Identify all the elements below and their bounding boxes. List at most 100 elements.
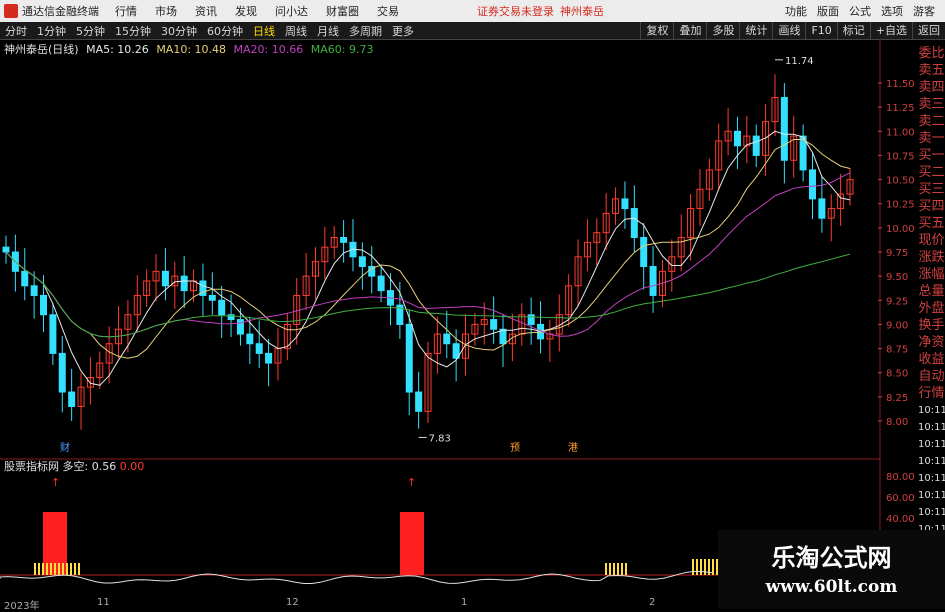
price-chart[interactable]: 11.50 11.25 11.00 10.75 10.50 10.25 10.00 9.75 9… — [0, 39, 918, 597]
btn-f10[interactable]: F10 — [805, 22, 836, 39]
period-60min[interactable]: 60分钟 — [202, 23, 248, 39]
indicator-tick-label: 60.00 — [886, 493, 915, 504]
stripe-bar — [621, 563, 623, 575]
menu-caifuquan[interactable]: 财富圈 — [326, 3, 359, 19]
price-tick-label: 10.50 — [886, 176, 915, 187]
sidebar-sell2: 卖二 — [918, 114, 945, 129]
ma60-value: MA60: 9.73 — [310, 43, 374, 56]
btn-duogu[interactable]: 多股 — [706, 22, 739, 39]
sidebar-time-7: 10:11 — [918, 507, 945, 518]
stripe-bar — [54, 563, 56, 575]
date-axis: 2023年 11 12 1 2 — [0, 597, 718, 612]
btn-fuquan[interactable]: 复权 — [640, 22, 673, 39]
event-marker: 财 — [60, 441, 70, 454]
stripe-bar — [692, 559, 694, 575]
sidebar-turnover: 换手 — [918, 318, 945, 333]
period-15min[interactable]: 15分钟 — [110, 23, 156, 39]
price-tick-label: 9.50 — [886, 272, 908, 283]
stripe-bar — [613, 563, 615, 575]
price-tick-label: 9.75 — [886, 248, 908, 259]
menu-zixun[interactable]: 资讯 — [195, 3, 217, 19]
period-5min[interactable]: 5分钟 — [71, 23, 110, 39]
candle-body — [818, 198, 826, 219]
indicator-value2: 0.00 — [119, 460, 145, 473]
btn-diejia[interactable]: 叠加 — [673, 22, 706, 39]
candle-body — [358, 256, 366, 267]
price-tick-label: 11.50 — [886, 79, 915, 90]
candle-body — [490, 319, 498, 330]
stripe-bar — [704, 559, 706, 575]
candle-body — [405, 323, 413, 393]
date-label-2023: 2023年 — [4, 601, 40, 612]
menu-wenxiaoda[interactable]: 问小达 — [275, 3, 308, 19]
candle-body — [340, 237, 348, 243]
ma60-line — [5, 251, 851, 338]
menu-gongshi[interactable]: 公式 — [849, 3, 871, 19]
price-tick-label: 11.00 — [886, 127, 915, 138]
stripe-bar — [38, 563, 40, 575]
price-tick-label: 11.25 — [886, 103, 915, 114]
indicator-tick-label: 80.00 — [886, 472, 915, 483]
period-fenshi[interactable]: 分时 — [0, 23, 32, 39]
stripe-bar — [42, 563, 44, 575]
btn-biaoji[interactable]: 标记 — [836, 22, 870, 39]
sidebar-sell1: 卖一 — [918, 131, 945, 146]
quote-sidebar: 委比 卖五 卖四 卖三 卖二 卖一 买一 买二 买三 买四 买五 现价 涨跌 涨… — [918, 45, 945, 538]
stripe-bar — [50, 563, 52, 575]
period-toolbar: 分时 1分钟 5分钟 15分钟 30分钟 60分钟 日线 周线 月线 多周期 更… — [0, 22, 945, 40]
menu-xuanxiang[interactable]: 选项 — [881, 3, 903, 19]
candle-body — [218, 299, 226, 316]
btn-huaxian[interactable]: 画线 — [772, 22, 805, 39]
sidebar-hq[interactable]: 行情 — [918, 385, 945, 402]
user-guest[interactable]: 游客 — [913, 3, 935, 19]
stripe-bar — [605, 563, 607, 575]
btn-tongji[interactable]: 统计 — [739, 22, 772, 39]
sidebar-volume: 总量 — [918, 284, 945, 299]
menu-hangqing[interactable]: 行情 — [115, 3, 137, 19]
price-tick-label: 9.25 — [886, 296, 908, 307]
period-1min[interactable]: 1分钟 — [32, 23, 71, 39]
sidebar-auto[interactable]: 自动 — [918, 368, 945, 385]
sidebar-buy2: 买二 — [918, 165, 945, 180]
indicator-tick-label: 40.00 — [886, 514, 915, 525]
candle-body — [255, 343, 263, 354]
ma-legend: 神州泰岳(日线) MA5: 10.26 MA10: 10.48 MA20: 10… — [4, 41, 377, 57]
price-tick-label: 10.25 — [886, 200, 915, 211]
app-logo-icon — [4, 4, 18, 18]
period-more[interactable]: 更多 — [387, 23, 419, 39]
stripe-bar — [74, 563, 76, 575]
btn-fanhui[interactable]: 返回 — [912, 22, 945, 39]
stock-link[interactable]: 神州泰岳 — [560, 3, 604, 19]
date-label-1: 1 — [461, 597, 468, 608]
ma10-line — [5, 139, 851, 359]
period-multi[interactable]: 多周期 — [344, 23, 387, 39]
sidebar-pct: 涨幅 — [918, 267, 945, 282]
sidebar-sell3: 卖三 — [918, 97, 945, 112]
price-tick-label: 10.75 — [886, 151, 915, 162]
login-status-link[interactable]: 证券交易未登录 — [477, 3, 554, 19]
sidebar-earnings: 收益 — [918, 352, 945, 367]
sidebar-time-5: 10:11 — [918, 473, 945, 484]
menu-gongneng[interactable]: 功能 — [785, 3, 807, 19]
period-daily[interactable]: 日线 — [248, 23, 280, 39]
candle-body — [49, 314, 57, 354]
candle-body — [499, 328, 507, 345]
price-tick-label: 10.00 — [886, 224, 915, 235]
price-tick-label: 8.00 — [886, 417, 908, 428]
menu-jiaoyi[interactable]: 交易 — [377, 3, 399, 19]
candle-body — [40, 294, 48, 316]
sidebar-time-6: 10:11 — [918, 490, 945, 501]
period-30min[interactable]: 30分钟 — [156, 23, 202, 39]
stripe-bar — [700, 559, 702, 575]
candle-body — [58, 352, 66, 393]
period-weekly[interactable]: 周线 — [280, 23, 312, 39]
menu-banmian[interactable]: 版面 — [817, 3, 839, 19]
candle-body — [733, 130, 741, 147]
candle-body — [808, 169, 816, 200]
period-monthly[interactable]: 月线 — [312, 23, 344, 39]
menu-faxian[interactable]: 发现 — [235, 3, 257, 19]
btn-zixuan[interactable]: +自选 — [869, 22, 912, 39]
app-name: 通达信金融终端 — [22, 5, 99, 18]
sidebar-time-2: 10:11 — [918, 422, 945, 433]
menu-shichang[interactable]: 市场 — [155, 3, 177, 19]
